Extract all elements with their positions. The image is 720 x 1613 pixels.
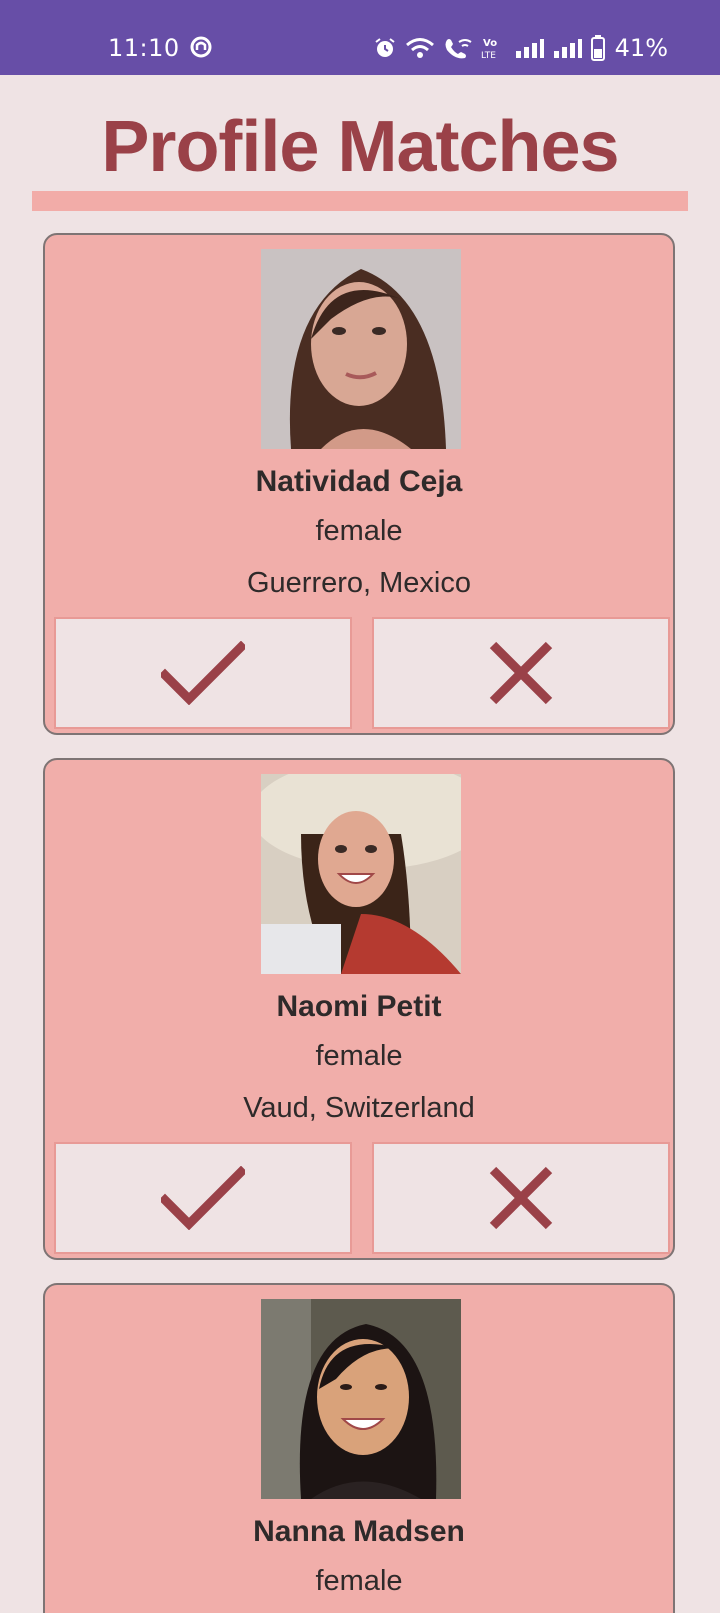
profile-photo bbox=[261, 1299, 461, 1499]
status-icons: Vo LTE 41% bbox=[373, 33, 668, 63]
profile-gender: female bbox=[315, 1040, 403, 1072]
reject-button[interactable] bbox=[372, 1142, 670, 1254]
wifi-icon bbox=[405, 38, 434, 58]
profile-location: Vaud, Switzerland bbox=[243, 1092, 475, 1124]
status-time: 11:10 bbox=[108, 34, 180, 62]
profile-name: Naomi Petit bbox=[276, 990, 442, 1023]
battery-icon bbox=[590, 35, 605, 61]
signal-icon bbox=[553, 39, 582, 58]
accept-button[interactable] bbox=[54, 617, 352, 729]
title-underline bbox=[32, 191, 688, 211]
profile-photo bbox=[261, 249, 461, 449]
profile-name: Natividad Ceja bbox=[255, 465, 463, 498]
check-icon bbox=[161, 641, 245, 705]
alarm-icon bbox=[375, 38, 395, 57]
wifi-calling-icon bbox=[445, 39, 472, 59]
accept-button[interactable] bbox=[54, 1142, 352, 1254]
svg-text:Vo: Vo bbox=[483, 38, 497, 49]
volte-icon: Vo LTE bbox=[481, 38, 497, 60]
svg-text:LTE: LTE bbox=[481, 51, 496, 60]
battery-percent: 41% bbox=[614, 34, 668, 62]
app-notification-icon bbox=[190, 36, 212, 58]
profile-photo bbox=[261, 774, 461, 974]
close-icon bbox=[489, 641, 553, 705]
page-title: Profile Matches bbox=[101, 107, 619, 187]
profile-location: Guerrero, Mexico bbox=[246, 567, 471, 599]
status-bar: 11:10 Vo LTE 41% bbox=[0, 0, 720, 75]
check-icon bbox=[161, 1166, 245, 1230]
profile-card: Naomi Petit female Vaud, Switzerland bbox=[43, 758, 675, 1260]
signal-icon bbox=[515, 39, 544, 58]
profile-gender: female bbox=[315, 1565, 403, 1597]
profile-card: Nanna Madsen female bbox=[43, 1283, 675, 1613]
profile-name: Nanna Madsen bbox=[253, 1515, 465, 1548]
reject-button[interactable] bbox=[372, 617, 670, 729]
close-icon bbox=[489, 1166, 553, 1230]
profile-card: Natividad Ceja female Guerrero, Mexico bbox=[43, 233, 675, 735]
profile-gender: female bbox=[315, 515, 403, 547]
